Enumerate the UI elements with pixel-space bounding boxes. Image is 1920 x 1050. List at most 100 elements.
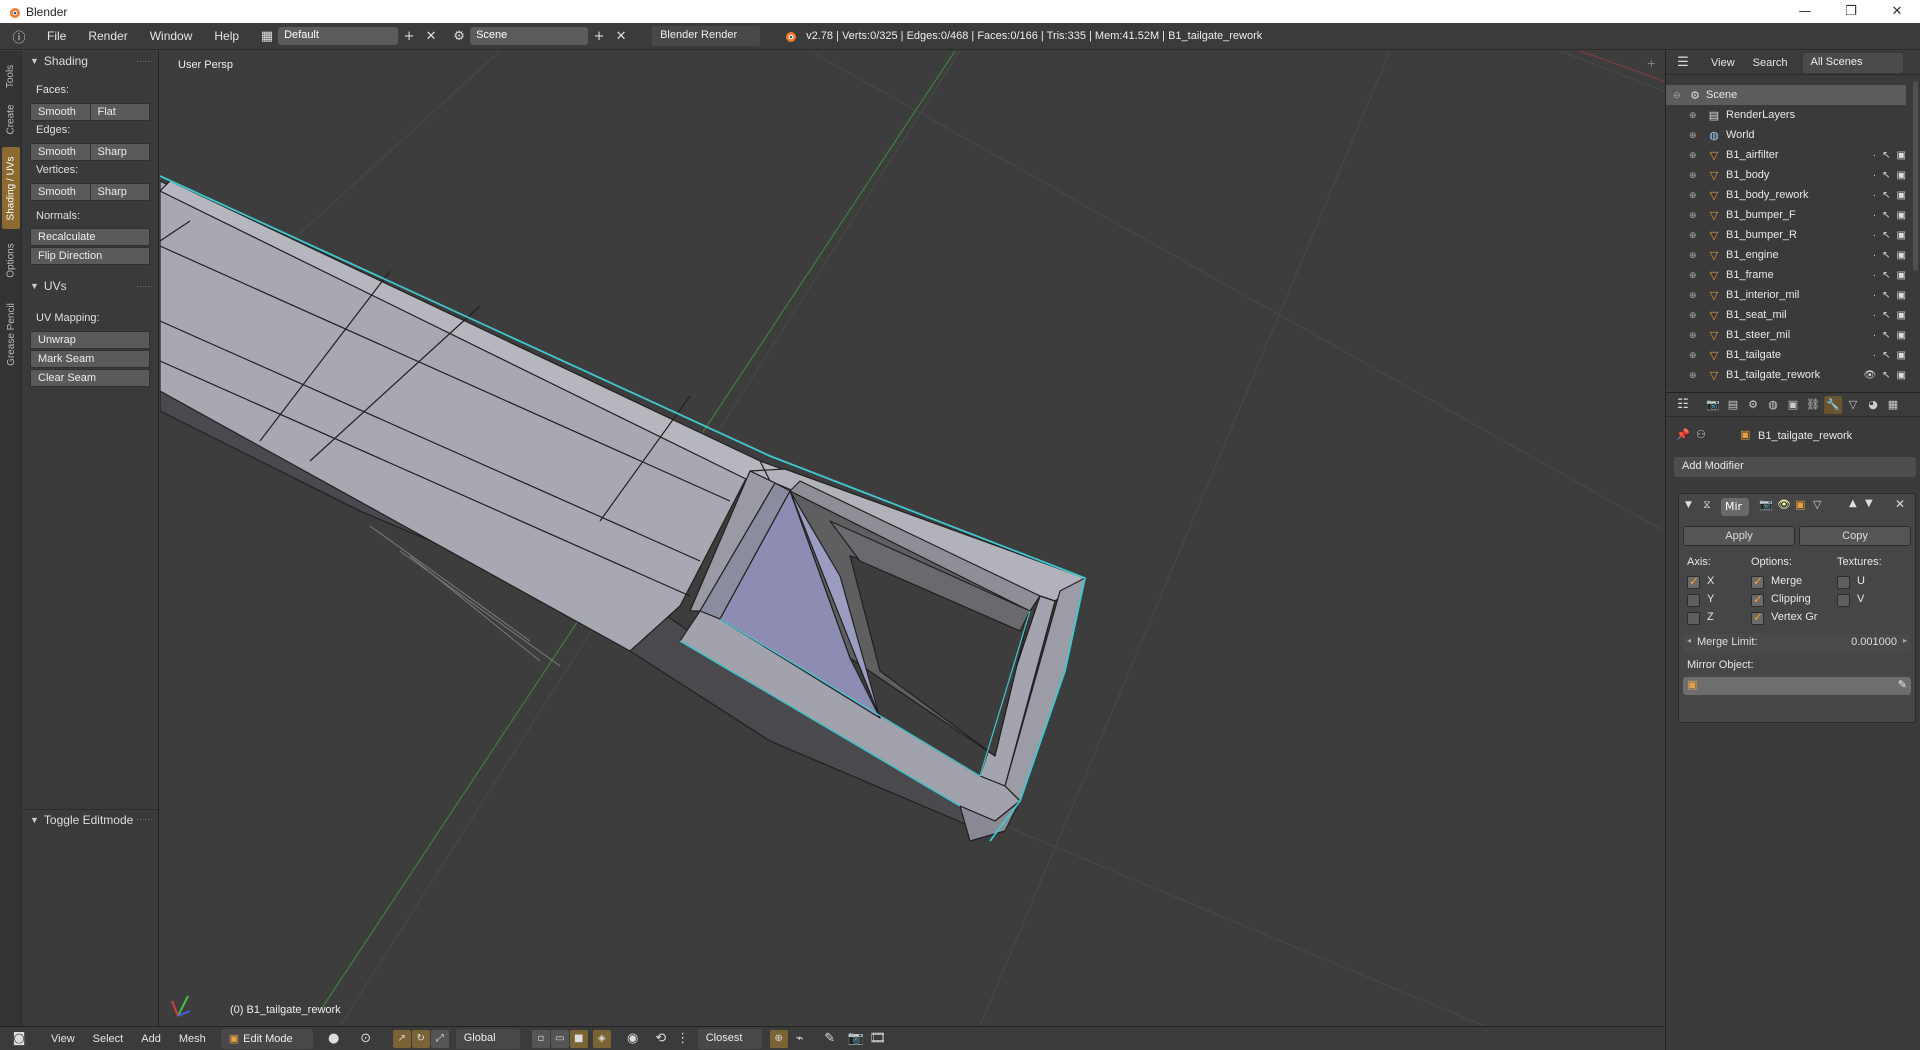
visibility-icon[interactable]: 👁 — [1863, 370, 1876, 381]
outliner-item[interactable]: ⊕ ▽ B1_bumper_R · ↖ ▣ — [1666, 225, 1906, 245]
vertex-select-icon[interactable]: ▫ — [531, 1029, 550, 1048]
outliner-item[interactable]: ⊕ ▽ B1_bumper_F · ↖ ▣ — [1666, 205, 1906, 225]
option-merge-checkbox[interactable] — [1751, 574, 1764, 589]
visibility-icon[interactable]: · — [1873, 250, 1876, 261]
outliner-item[interactable]: ⊕ ▽ B1_tailgate_rework 👁 ↖ ▣ — [1666, 365, 1906, 385]
modifiers-tab-icon[interactable]: 🔧 — [1824, 395, 1842, 414]
tab-create[interactable]: Create — [2, 97, 20, 141]
editor-type-icon[interactable]: ◙ — [8, 1029, 30, 1049]
select-arrow-icon[interactable]: ↖ — [1882, 210, 1890, 221]
uvs-panel-header[interactable]: ▼ UVs ⋯⋯ — [22, 276, 158, 296]
visibility-icon[interactable]: · — [1873, 170, 1876, 181]
menu-render[interactable]: Render — [77, 29, 138, 43]
select-arrow-icon[interactable]: ↖ — [1882, 230, 1890, 241]
axis-x-checkbox[interactable] — [1687, 574, 1700, 589]
outliner-item[interactable]: ⊕ ▽ B1_seat_mil · ↖ ▣ — [1666, 305, 1906, 325]
tab-grease-pencil[interactable]: Grease Pencil — [2, 291, 20, 377]
outliner-menu-view[interactable]: View — [1702, 57, 1744, 69]
expand-toggle-icon[interactable]: ⊕ — [1689, 370, 1697, 381]
render-toggle-icon[interactable]: ▣ — [1897, 230, 1906, 241]
restriction-toggles[interactable]: · ↖ ▣ — [1873, 230, 1906, 241]
visibility-icon[interactable]: · — [1873, 270, 1876, 281]
close-button[interactable]: ✕ — [1874, 0, 1920, 23]
scene-icon[interactable]: ⚙ — [448, 26, 470, 46]
select-arrow-icon[interactable]: ↖ — [1882, 270, 1890, 281]
recalculate-button[interactable]: Recalculate — [30, 228, 150, 246]
snap-element-icon[interactable]: ⋮ — [672, 1029, 694, 1049]
render-toggle-icon[interactable]: ▣ — [1897, 190, 1906, 201]
outliner-item[interactable]: ⊕ ▽ B1_airfilter · ↖ ▣ — [1666, 145, 1906, 165]
outliner-scrollbar[interactable] — [1913, 81, 1918, 271]
restriction-toggles[interactable]: · ↖ ▣ — [1873, 190, 1906, 201]
render-toggle-icon[interactable]: ▣ — [1897, 150, 1906, 161]
expand-triangle-icon[interactable]: ▼ — [1685, 500, 1692, 510]
outliner-item[interactable]: ⊖ ⚙ Scene — [1666, 85, 1906, 105]
scale-manipulator-icon[interactable]: ⤢ — [430, 1029, 449, 1048]
texture-v-checkbox[interactable] — [1837, 594, 1850, 607]
transform-orientation-dropdown[interactable]: Global — [455, 1028, 520, 1049]
operator-panel-header[interactable]: ▼ Toggle Editmode ⋯⋯ — [22, 809, 158, 829]
texture-u-checkbox[interactable] — [1837, 576, 1850, 589]
world-tab-icon[interactable]: ◍ — [1764, 396, 1782, 414]
select-arrow-icon[interactable]: ↖ — [1882, 330, 1890, 341]
remove-modifier-icon[interactable]: ✕ — [1895, 497, 1905, 511]
select-arrow-icon[interactable]: ↖ — [1882, 370, 1890, 381]
render-icon[interactable]: ✎ — [819, 1029, 841, 1049]
add-modifier-dropdown[interactable]: Add Modifier — [1674, 457, 1916, 477]
visibility-icon[interactable]: · — [1873, 210, 1876, 221]
expand-toggle-icon[interactable]: ⊕ — [1689, 330, 1697, 341]
faces-smooth-button[interactable]: Smooth — [30, 103, 91, 121]
pin-icon[interactable]: 📌 — [1676, 428, 1690, 441]
eyedropper-icon[interactable]: ✎ — [1898, 678, 1907, 691]
select-arrow-icon[interactable]: ↖ — [1882, 190, 1890, 201]
restriction-toggles[interactable]: · ↖ ▣ — [1873, 250, 1906, 261]
maximize-button[interactable]: ❐ — [1828, 0, 1874, 23]
visibility-icon[interactable]: · — [1873, 350, 1876, 361]
outliner-item[interactable]: ⊕ ▽ B1_steer_mil · ↖ ▣ — [1666, 325, 1906, 345]
snap-align-icon[interactable]: ⊕ — [769, 1029, 788, 1048]
expand-toggle-icon[interactable]: ⊕ — [1689, 230, 1697, 241]
limit-selection-icon[interactable]: ◈ — [592, 1029, 611, 1048]
render-toggle-icon[interactable]: ▣ — [1897, 250, 1906, 261]
option-vertex-gr-checkbox[interactable] — [1751, 610, 1764, 625]
edges-smooth-button[interactable]: Smooth — [30, 143, 91, 161]
select-arrow-icon[interactable]: ↖ — [1882, 310, 1890, 321]
scene-tab-icon[interactable]: ⚙ — [1744, 396, 1762, 414]
axis-y-checkbox[interactable] — [1687, 594, 1700, 607]
render-toggle-icon[interactable]: ▣ — [1897, 210, 1906, 221]
flip-direction-button[interactable]: Flip Direction — [30, 247, 150, 265]
select-arrow-icon[interactable]: ↖ — [1882, 250, 1890, 261]
outliner-display-mode-dropdown[interactable]: All Scenes — [1802, 52, 1903, 73]
outliner-item[interactable]: ⊕ ▽ B1_tailgate · ↖ ▣ — [1666, 345, 1906, 365]
vertices-sharp-button[interactable]: Sharp — [90, 183, 150, 201]
render-engine-dropdown[interactable]: Blender Render — [652, 26, 761, 46]
viewport-corner-plus-icon[interactable]: + — [1647, 57, 1656, 70]
outliner-item[interactable]: ⊕ ▽ B1_frame · ↖ ▣ — [1666, 265, 1906, 285]
restriction-toggles[interactable]: · ↖ ▣ — [1873, 330, 1906, 341]
option-clipping-checkbox[interactable] — [1751, 592, 1764, 607]
opengl-render-icon[interactable]: 📷 — [845, 1029, 867, 1049]
3d-viewport[interactable]: User Persp (0) B1_tailgate_rework + — [160, 51, 1664, 1026]
select-arrow-icon[interactable]: ↖ — [1882, 150, 1890, 161]
unwrap-menu-button[interactable]: Unwrap — [30, 331, 150, 349]
modifier-viewport-toggle-icon[interactable]: 👁 — [1777, 498, 1791, 511]
remove-scene-icon[interactable]: ✕ — [610, 26, 632, 46]
menu-select[interactable]: Select — [84, 1033, 133, 1045]
select-arrow-icon[interactable]: ↖ — [1882, 170, 1890, 181]
visibility-icon[interactable]: · — [1873, 310, 1876, 321]
menu-window[interactable]: Window — [139, 29, 204, 43]
viewport-canvas[interactable] — [160, 51, 1664, 1026]
data-tab-icon[interactable]: ▽ — [1844, 396, 1862, 414]
menu-file[interactable]: File — [36, 29, 77, 43]
merge-limit-field[interactable]: ◂ Merge Limit: 0.001000 ▸ — [1683, 634, 1911, 652]
visibility-icon[interactable]: · — [1873, 230, 1876, 241]
move-down-icon[interactable]: ▼ — [1865, 498, 1873, 509]
modifier-render-toggle-icon[interactable]: 📷 — [1759, 498, 1773, 511]
snap-target-dropdown[interactable]: Closest — [697, 1028, 762, 1049]
render-toggle-icon[interactable]: ▣ — [1897, 350, 1906, 361]
copy-button[interactable]: Copy — [1799, 526, 1911, 546]
panel-grip-icon[interactable]: ⋯⋯ — [136, 281, 153, 292]
mode-dropdown[interactable]: ▣ Edit Mode — [220, 1028, 313, 1049]
restriction-toggles[interactable]: · ↖ ▣ — [1873, 170, 1906, 181]
add-layout-icon[interactable]: + — [398, 26, 420, 46]
